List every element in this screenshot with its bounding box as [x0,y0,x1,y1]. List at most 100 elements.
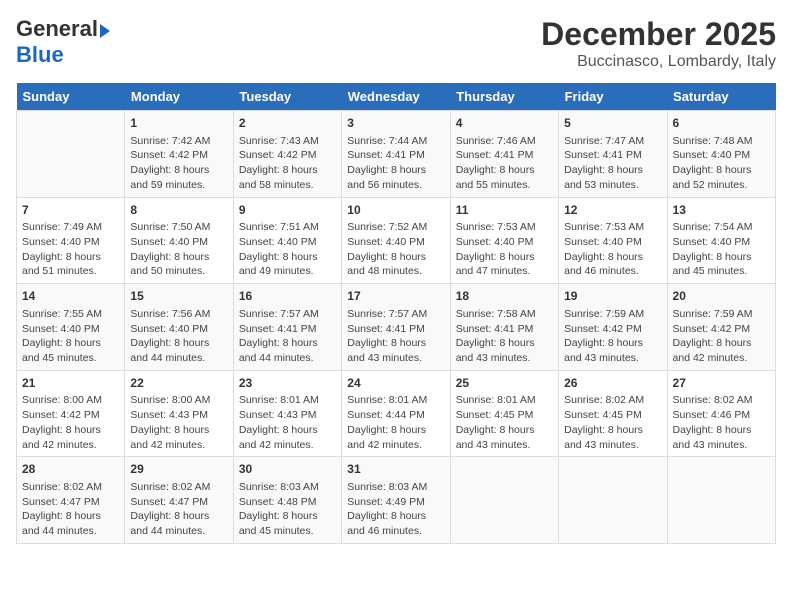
day-number: 30 [239,461,336,478]
calendar-cell: 24Sunrise: 8:01 AMSunset: 4:44 PMDayligh… [342,370,450,457]
day-number: 6 [673,115,770,132]
day-number: 26 [564,375,661,392]
page-header: General Blue December 2025 Buccinasco, L… [16,16,776,71]
weekday-header-thursday: Thursday [450,83,558,111]
cell-content: Sunrise: 7:59 AMSunset: 4:42 PMDaylight:… [564,307,661,366]
weekday-header-sunday: Sunday [17,83,125,111]
day-number: 11 [456,202,553,219]
cell-content: Sunrise: 7:49 AMSunset: 4:40 PMDaylight:… [22,220,119,279]
calendar-cell: 12Sunrise: 7:53 AMSunset: 4:40 PMDayligh… [559,197,667,284]
cell-content: Sunrise: 7:53 AMSunset: 4:40 PMDaylight:… [456,220,553,279]
cell-content: Sunrise: 7:56 AMSunset: 4:40 PMDaylight:… [130,307,227,366]
calendar-cell: 11Sunrise: 7:53 AMSunset: 4:40 PMDayligh… [450,197,558,284]
logo-blue-text: Blue [16,42,64,68]
calendar-cell: 1Sunrise: 7:42 AMSunset: 4:42 PMDaylight… [125,111,233,198]
calendar-cell: 16 Sunrise: 7:57 AMSunset: 4:41 PMDayligh… [233,284,341,371]
day-number: 18 [456,288,553,305]
day-number: 25 [456,375,553,392]
calendar-cell: 19 Sunrise: 7:59 AMSunset: 4:42 PMDayligh… [559,284,667,371]
cell-content: Sunrise: 8:01 AMSunset: 4:45 PMDaylight:… [456,393,553,452]
calendar-cell: 21Sunrise: 8:00 AMSunset: 4:42 PMDayligh… [17,370,125,457]
day-number: 12 [564,202,661,219]
logo-general-text: General [16,16,98,42]
calendar-week-row: 1Sunrise: 7:42 AMSunset: 4:42 PMDaylight… [17,111,776,198]
calendar-cell: 13Sunrise: 7:54 AMSunset: 4:40 PMDayligh… [667,197,775,284]
day-number: 9 [239,202,336,219]
cell-content: Sunrise: 7:57 AMSunset: 4:41 PMDaylight:… [347,307,444,366]
calendar-cell: 17 Sunrise: 7:57 AMSunset: 4:41 PMDayligh… [342,284,450,371]
cell-content: Sunrise: 8:03 AMSunset: 4:48 PMDaylight:… [239,480,336,539]
weekday-header-tuesday: Tuesday [233,83,341,111]
day-number: 19 [564,288,661,305]
title-block: December 2025 Buccinasco, Lombardy, Ital… [541,16,776,71]
day-number: 14 [22,288,119,305]
cell-content: Sunrise: 7:57 AMSunset: 4:41 PMDaylight:… [239,307,336,366]
calendar-table: SundayMondayTuesdayWednesdayThursdayFrid… [16,83,776,544]
calendar-cell: 25Sunrise: 8:01 AMSunset: 4:45 PMDayligh… [450,370,558,457]
cell-content: Sunrise: 7:48 AMSunset: 4:40 PMDaylight:… [673,134,770,193]
page-title: December 2025 [541,16,776,53]
calendar-cell: 31 Sunrise: 8:03 AMSunset: 4:49 PMDayligh… [342,457,450,544]
calendar-cell [559,457,667,544]
cell-content: Sunrise: 8:02 AMSunset: 4:47 PMDaylight:… [22,480,119,539]
day-number: 31 [347,461,444,478]
weekday-header-friday: Friday [559,83,667,111]
cell-content: Sunrise: 7:52 AMSunset: 4:40 PMDaylight:… [347,220,444,279]
day-number: 16 [239,288,336,305]
weekday-header-wednesday: Wednesday [342,83,450,111]
cell-content: Sunrise: 8:03 AMSunset: 4:49 PMDaylight:… [347,480,444,539]
day-number: 7 [22,202,119,219]
cell-content: Sunrise: 7:46 AMSunset: 4:41 PMDaylight:… [456,134,553,193]
cell-content: Sunrise: 8:02 AMSunset: 4:45 PMDaylight:… [564,393,661,452]
day-number: 17 [347,288,444,305]
cell-content: Sunrise: 7:51 AMSunset: 4:40 PMDaylight:… [239,220,336,279]
day-number: 13 [673,202,770,219]
day-number: 4 [456,115,553,132]
cell-content: Sunrise: 8:02 AMSunset: 4:46 PMDaylight:… [673,393,770,452]
calendar-header-row: SundayMondayTuesdayWednesdayThursdayFrid… [17,83,776,111]
logo: General Blue [16,16,110,68]
cell-content: Sunrise: 7:44 AMSunset: 4:41 PMDaylight:… [347,134,444,193]
calendar-week-row: 21Sunrise: 8:00 AMSunset: 4:42 PMDayligh… [17,370,776,457]
calendar-week-row: 7Sunrise: 7:49 AMSunset: 4:40 PMDaylight… [17,197,776,284]
calendar-cell: 15Sunrise: 7:56 AMSunset: 4:40 PMDayligh… [125,284,233,371]
calendar-cell [450,457,558,544]
calendar-cell: 27Sunrise: 8:02 AMSunset: 4:46 PMDayligh… [667,370,775,457]
calendar-cell: 7Sunrise: 7:49 AMSunset: 4:40 PMDaylight… [17,197,125,284]
cell-content: Sunrise: 8:02 AMSunset: 4:47 PMDaylight:… [130,480,227,539]
cell-content: Sunrise: 8:00 AMSunset: 4:43 PMDaylight:… [130,393,227,452]
weekday-header-saturday: Saturday [667,83,775,111]
day-number: 8 [130,202,227,219]
calendar-cell: 29Sunrise: 8:02 AMSunset: 4:47 PMDayligh… [125,457,233,544]
day-number: 24 [347,375,444,392]
calendar-cell: 14Sunrise: 7:55 AMSunset: 4:40 PMDayligh… [17,284,125,371]
calendar-cell [667,457,775,544]
calendar-cell: 8Sunrise: 7:50 AMSunset: 4:40 PMDaylight… [125,197,233,284]
calendar-cell: 10Sunrise: 7:52 AMSunset: 4:40 PMDayligh… [342,197,450,284]
calendar-cell: 6 Sunrise: 7:48 AMSunset: 4:40 PMDaylight… [667,111,775,198]
calendar-cell: 28 Sunrise: 8:02 AMSunset: 4:47 PMDayligh… [17,457,125,544]
calendar-cell: 3 Sunrise: 7:44 AMSunset: 4:41 PMDaylight… [342,111,450,198]
calendar-cell: 26Sunrise: 8:02 AMSunset: 4:45 PMDayligh… [559,370,667,457]
calendar-cell: 2 Sunrise: 7:43 AMSunset: 4:42 PMDaylight… [233,111,341,198]
calendar-cell: 20Sunrise: 7:59 AMSunset: 4:42 PMDayligh… [667,284,775,371]
day-number: 3 [347,115,444,132]
cell-content: Sunrise: 7:43 AMSunset: 4:42 PMDaylight:… [239,134,336,193]
calendar-cell: 4 Sunrise: 7:46 AMSunset: 4:41 PMDaylight… [450,111,558,198]
day-number: 5 [564,115,661,132]
cell-content: Sunrise: 7:59 AMSunset: 4:42 PMDaylight:… [673,307,770,366]
page-subtitle: Buccinasco, Lombardy, Italy [541,53,776,71]
cell-content: Sunrise: 8:00 AMSunset: 4:42 PMDaylight:… [22,393,119,452]
day-number: 23 [239,375,336,392]
calendar-cell: 5Sunrise: 7:47 AMSunset: 4:41 PMDaylight… [559,111,667,198]
cell-content: Sunrise: 7:58 AMSunset: 4:41 PMDaylight:… [456,307,553,366]
cell-content: Sunrise: 8:01 AMSunset: 4:43 PMDaylight:… [239,393,336,452]
day-number: 22 [130,375,227,392]
day-number: 28 [22,461,119,478]
cell-content: Sunrise: 7:50 AMSunset: 4:40 PMDaylight:… [130,220,227,279]
calendar-cell: 18 Sunrise: 7:58 AMSunset: 4:41 PMDayligh… [450,284,558,371]
calendar-cell: 23Sunrise: 8:01 AMSunset: 4:43 PMDayligh… [233,370,341,457]
cell-content: Sunrise: 7:42 AMSunset: 4:42 PMDaylight:… [130,134,227,193]
day-number: 2 [239,115,336,132]
day-number: 21 [22,375,119,392]
